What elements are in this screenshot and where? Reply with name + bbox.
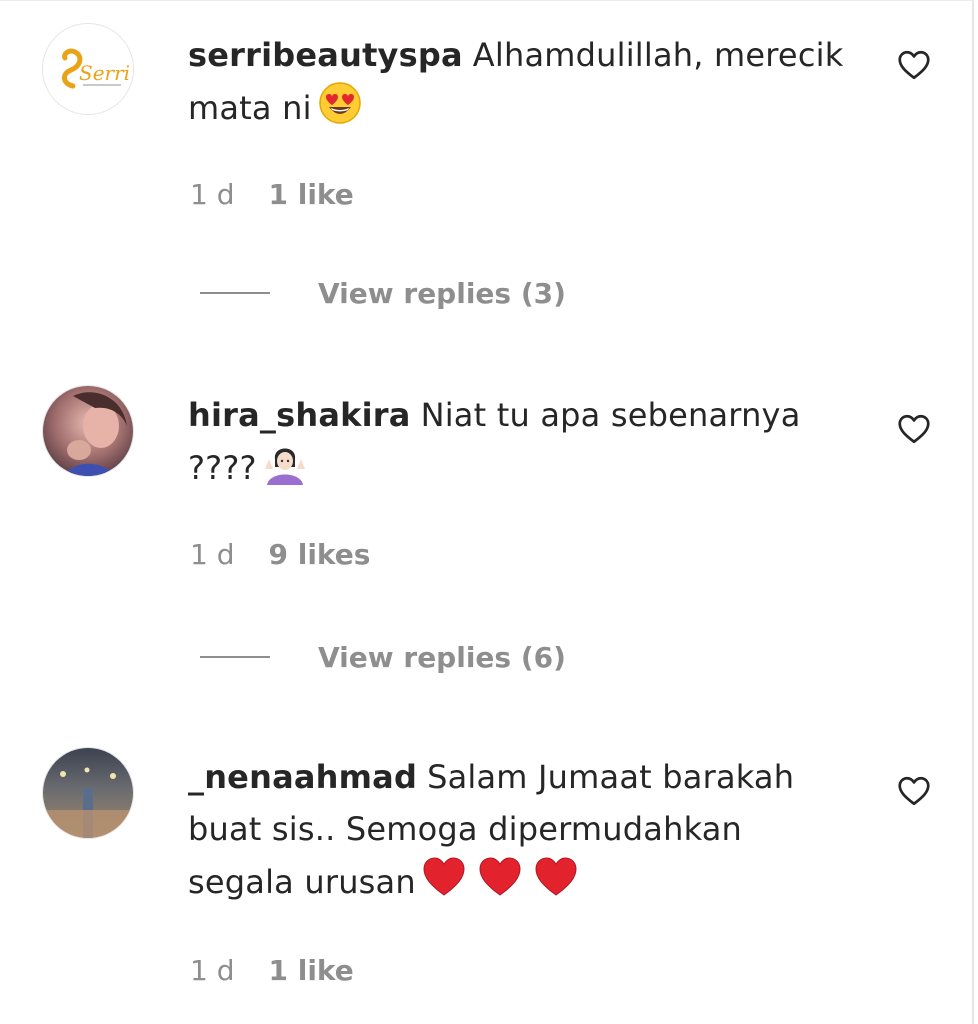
view-replies-label: View replies (3) (318, 276, 566, 310)
avatar-logo-text: Serri (79, 61, 130, 85)
avatar[interactable] (42, 385, 134, 477)
comment-body: serribeautyspa Alhamdulillah, merecik mat… (188, 29, 858, 140)
comment-username[interactable]: _nenaahmad (188, 758, 417, 796)
comment-body: _nenaahmad Salam Jumaat barakah buat sis.… (188, 751, 858, 914)
heart-eyes-emoji-icon (318, 81, 362, 140)
like-comment-button[interactable] (896, 773, 932, 809)
comment-time[interactable]: 1 d (190, 538, 235, 571)
avatar[interactable] (42, 747, 134, 839)
comment-meta: 1 d 9 likes (190, 537, 370, 573)
like-comment-button[interactable] (896, 47, 932, 83)
comment-body: hira_shakira Niat tu apa sebenarnya ???? (188, 389, 858, 500)
comment-meta: 1 d 1 like (190, 177, 354, 213)
heart-outline-icon (898, 414, 930, 444)
view-replies-button[interactable]: View replies (6) (200, 637, 566, 677)
comment-meta: 1 d 1 like (190, 953, 354, 989)
view-replies-label: View replies (6) (318, 640, 566, 674)
replies-divider (200, 292, 270, 294)
comment-time[interactable]: 1 d (190, 178, 235, 211)
red-heart-icon (479, 857, 521, 896)
comment-likes[interactable]: 1 like (269, 954, 354, 987)
heart-outline-icon (898, 776, 930, 806)
heart-outline-icon (898, 50, 930, 80)
person-shrugging-emoji-icon (263, 441, 307, 500)
red-heart-icon (423, 857, 465, 896)
comments-panel: Serri serribeautyspa Alhamdulillah, merec… (0, 0, 974, 1024)
replies-divider (200, 656, 270, 658)
like-comment-button[interactable] (896, 411, 932, 447)
comment-username[interactable]: serribeautyspa (188, 36, 463, 74)
red-heart-emoji-icon (422, 855, 582, 914)
red-heart-icon (535, 857, 577, 896)
comment-likes[interactable]: 1 like (269, 178, 354, 211)
view-replies-button[interactable]: View replies (3) (200, 273, 566, 313)
comment-username[interactable]: hira_shakira (188, 396, 411, 434)
comment-time[interactable]: 1 d (190, 954, 235, 987)
avatar[interactable]: Serri (42, 23, 134, 115)
comment-likes[interactable]: 9 likes (269, 538, 371, 571)
